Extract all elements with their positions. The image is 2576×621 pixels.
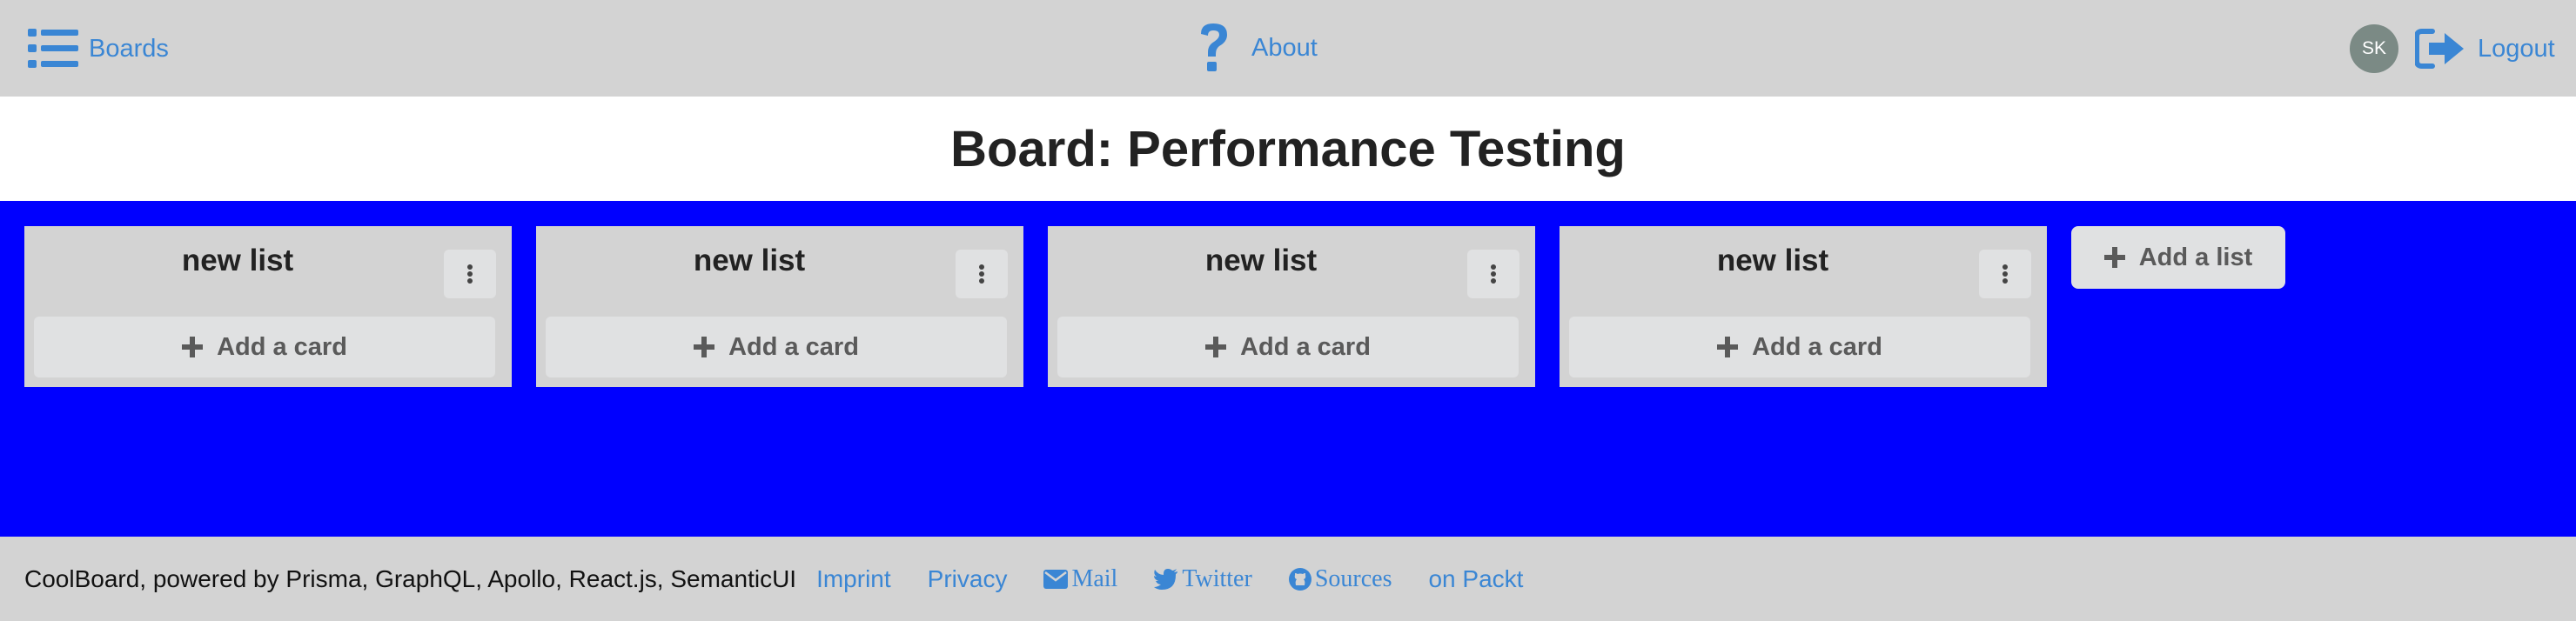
plus-icon	[694, 337, 715, 357]
add-card-button[interactable]: Add a card	[34, 317, 495, 377]
board-list: new list Add a card	[536, 226, 1023, 387]
mail-link[interactable]: Mail	[1043, 565, 1117, 593]
ellipsis-vertical-icon	[1491, 264, 1496, 284]
mail-link-label: Mail	[1071, 564, 1118, 592]
user-avatar[interactable]: SK	[2350, 24, 2398, 73]
boards-link[interactable]: Boards	[28, 24, 169, 73]
add-card-button[interactable]: Add a card	[1057, 317, 1519, 377]
board-list: new list Add a card	[1560, 226, 2047, 387]
mail-icon	[1043, 569, 1069, 589]
list-title: new list	[1716, 244, 1829, 277]
github-icon	[1288, 567, 1311, 591]
privacy-link[interactable]: Privacy	[928, 565, 1008, 593]
top-navbar: Boards About SK Logout	[0, 0, 2576, 97]
add-card-label: Add a card	[217, 332, 347, 361]
sign-out-icon	[2415, 29, 2464, 69]
footer: CoolBoard, powered by Prisma, GraphQL, A…	[0, 537, 2576, 621]
list-icon	[28, 29, 78, 68]
plus-icon	[1717, 337, 1739, 357]
add-card-label: Add a card	[1752, 332, 1882, 361]
ellipsis-vertical-icon	[2002, 264, 2008, 284]
list-menu-button[interactable]	[956, 250, 1008, 298]
page-header: Board: Performance Testing	[0, 97, 2576, 201]
list-title: new list	[181, 244, 294, 277]
boards-link-label: Boards	[89, 34, 169, 63]
plus-icon	[1205, 337, 1227, 357]
imprint-link[interactable]: Imprint	[816, 565, 891, 593]
add-card-label: Add a card	[1240, 332, 1371, 361]
about-link[interactable]: About	[1196, 21, 1318, 75]
add-card-label: Add a card	[728, 332, 859, 361]
twitter-icon	[1154, 568, 1178, 590]
avatar-initials: SK	[2361, 38, 2386, 58]
add-card-button[interactable]: Add a card	[546, 317, 1007, 377]
twitter-link[interactable]: Twitter	[1154, 564, 1252, 593]
ellipsis-vertical-icon	[467, 264, 473, 284]
twitter-link-label: Twitter	[1182, 564, 1252, 592]
add-card-button[interactable]: Add a card	[1569, 317, 2030, 377]
list-title: new list	[693, 244, 806, 277]
sources-link[interactable]: Sources	[1288, 564, 1392, 593]
board-canvas: new list Add a card new list Add a card …	[0, 201, 2576, 537]
sources-link-label: Sources	[1314, 564, 1392, 592]
question-icon	[1201, 23, 1227, 71]
ellipsis-vertical-icon	[979, 264, 984, 284]
add-list-label: Add a list	[2138, 243, 2253, 271]
list-title: new list	[1204, 244, 1318, 277]
footer-credits: CoolBoard, powered by Prisma, GraphQL, A…	[24, 564, 797, 592]
logout-link[interactable]: Logout	[2415, 24, 2555, 73]
list-menu-button[interactable]	[1467, 250, 1519, 298]
list-menu-button[interactable]	[1979, 250, 2031, 298]
about-link-label: About	[1251, 33, 1318, 62]
board-list: new list Add a card	[1048, 226, 1535, 387]
board-list: new list Add a card	[24, 226, 512, 387]
plus-icon	[182, 337, 204, 357]
logout-link-label: Logout	[2478, 34, 2555, 63]
packt-link[interactable]: on Packt	[1428, 565, 1523, 593]
page-title: Board: Performance Testing	[950, 120, 1626, 177]
plus-icon	[2103, 247, 2125, 268]
list-menu-button[interactable]	[444, 250, 496, 298]
add-list-button[interactable]: Add a list	[2071, 226, 2285, 289]
